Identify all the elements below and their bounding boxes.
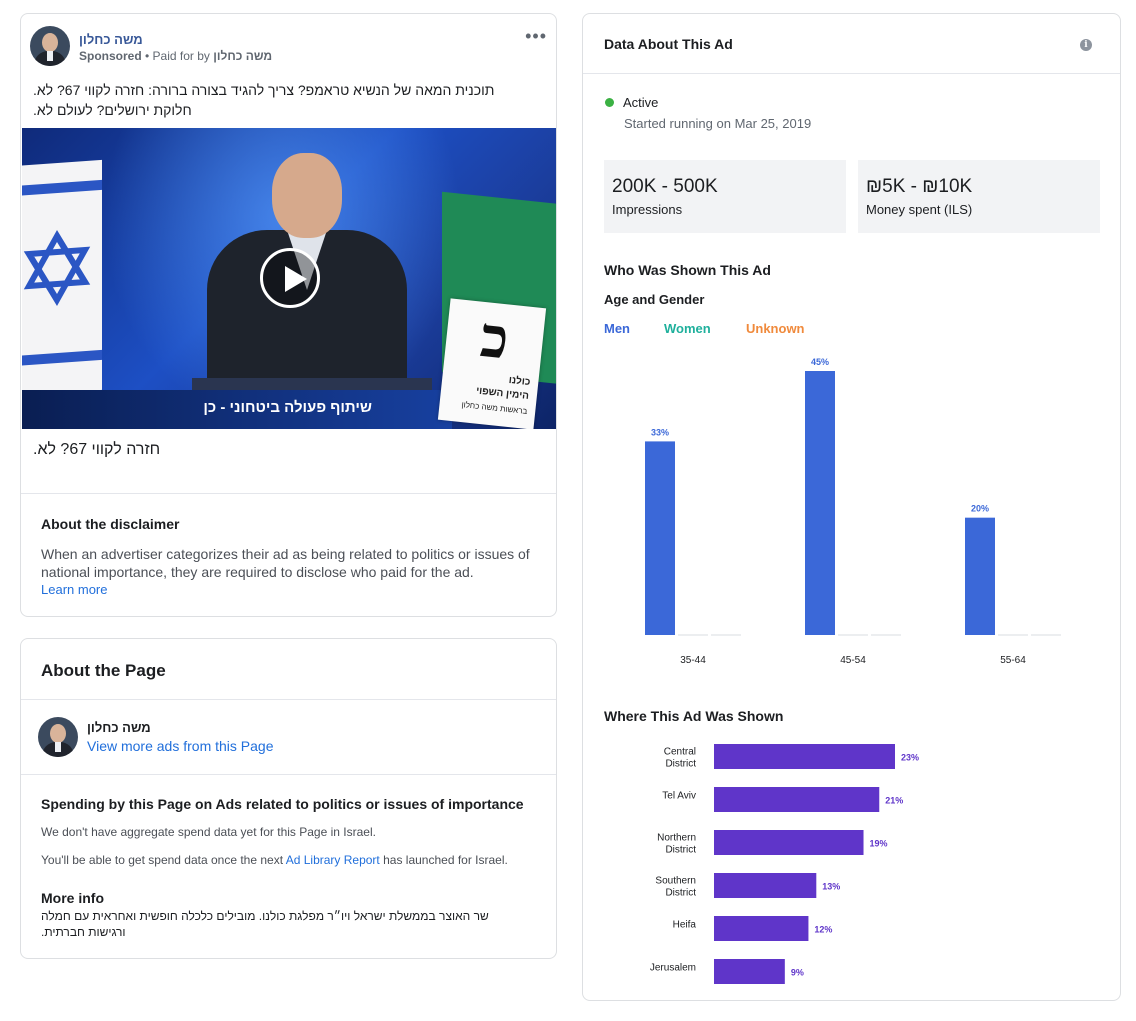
money-spent-value: ₪5K - ₪10K <box>866 176 973 197</box>
money-spent-box: ₪5K - ₪10K Money spent (ILS) <box>858 160 1100 233</box>
spending-text-a: You'll be able to get spend data once th… <box>41 853 284 867</box>
bar-men <box>645 441 675 635</box>
age-gender-title: Age and Gender <box>604 292 705 307</box>
impressions-label: Impressions <box>612 202 683 217</box>
x-tick-label: 35-44 <box>680 655 706 666</box>
region-data-label: 13% <box>822 882 840 892</box>
divider <box>583 73 1120 74</box>
sponsored-line: Sponsored • Paid for by משה כחלון <box>79 49 272 63</box>
x-tick-label: 45-54 <box>840 655 866 666</box>
ellipsis-icon[interactable]: ••• <box>525 26 547 47</box>
party-sign: כ כולנו הימין השפוי בראשות משה כחלון <box>437 298 547 429</box>
ad-page-name[interactable]: משה כחלון <box>79 32 143 47</box>
more-info-text: שר האוצר בממשלת ישראל ויו״ר מפלגת כולנו.… <box>41 908 511 940</box>
region-bar <box>714 916 809 941</box>
ad-video[interactable]: שיתוף פעולה ביטחוני - כן כ כולנו הימין ה… <box>22 128 556 429</box>
divider <box>21 774 556 775</box>
region-data-label: 9% <box>791 968 804 978</box>
spending-text-b: has launched for Israel. <box>383 853 508 867</box>
region-label: District <box>665 845 696 856</box>
where-shown-title: Where This Ad Was Shown <box>604 708 784 724</box>
data-about-ad-card: Data About This Ad i Active Started runn… <box>582 13 1121 1001</box>
legend-men[interactable]: Men <box>604 321 630 336</box>
bar-data-label: 20% <box>971 504 989 514</box>
divider <box>21 699 556 700</box>
active-status-icon <box>605 98 614 107</box>
learn-more-link[interactable]: Learn more <box>41 582 107 597</box>
region-label: Tel Aviv <box>662 791 696 802</box>
about-page-title: About the Page <box>41 661 166 680</box>
region-bar <box>714 959 785 984</box>
region-bar <box>714 873 817 898</box>
ad-preview-card: משה כחלון Sponsored • Paid for by משה כח… <box>20 13 557 617</box>
region-label: District <box>665 888 696 899</box>
ad-library-report-link[interactable]: Ad Library Report <box>286 853 380 867</box>
region-data-label: 12% <box>814 925 832 935</box>
spending-report-text: You'll be able to get spend data once th… <box>41 853 508 867</box>
impressions-value: 200K - 500K <box>612 176 718 197</box>
region-bar <box>714 744 895 769</box>
sign-line: כולנו <box>508 374 531 389</box>
region-chart: 23%CentralDistrict21%Tel Aviv19%Northern… <box>650 744 919 984</box>
bar-men <box>805 371 835 635</box>
disclaimer-title: About the disclaimer <box>41 516 180 532</box>
legend-unknown[interactable]: Unknown <box>746 321 805 336</box>
region-label: Southern <box>655 876 696 887</box>
divider <box>21 493 556 494</box>
paid-for-name: משה כחלון <box>213 49 273 63</box>
sign-line: הימין השפוי <box>475 385 530 402</box>
region-data-label: 23% <box>901 753 919 763</box>
ad-body-line: חלוקת ירושלים? לעולם לא. <box>33 102 192 118</box>
legend-women[interactable]: Women <box>664 321 711 336</box>
region-label: Jerusalem <box>650 963 696 974</box>
money-spent-label: Money spent (ILS) <box>866 202 973 217</box>
spending-text: We don't have aggregate spend data yet f… <box>41 825 376 839</box>
page-name: משה כחלון <box>87 720 151 735</box>
about-page-card: About the Page משה כחלון View more ads f… <box>20 638 557 959</box>
bar-data-label: 45% <box>811 357 829 367</box>
region-label: Central <box>664 747 696 758</box>
bar-data-label: 33% <box>651 427 669 437</box>
more-info-title: More info <box>41 890 104 906</box>
x-tick-label: 55-64 <box>1000 655 1026 666</box>
sign-letter: כ <box>477 303 512 373</box>
view-more-ads-link[interactable]: View more ads from this Page <box>87 738 274 754</box>
status-text: Active <box>623 95 659 110</box>
started-running-text: Started running on Mar 25, 2019 <box>624 116 812 131</box>
region-label: Northern <box>657 833 696 844</box>
ad-body-text: תוכנית המאה של הנשיא טראמפ? צריך להגיד ב… <box>33 80 518 120</box>
sign-line: בראשות משה כחלון <box>461 400 528 416</box>
lower-third-text: שיתוף פעולה ביטחוני - כן <box>203 399 372 416</box>
data-card-title: Data About This Ad <box>604 36 733 52</box>
who-shown-title: Who Was Shown This Ad <box>604 262 771 278</box>
region-label: District <box>665 759 696 770</box>
page-avatar[interactable] <box>38 717 78 757</box>
ad-header: משה כחלון Sponsored • Paid for by משה כח… <box>21 14 556 74</box>
info-icon[interactable]: i <box>1080 39 1092 51</box>
region-data-label: 19% <box>870 839 888 849</box>
region-data-label: 21% <box>885 796 903 806</box>
region-label: Heifa <box>673 920 697 931</box>
more-info-line: ורגישות חברתית. <box>41 925 126 939</box>
play-icon[interactable] <box>260 248 320 308</box>
age-gender-chart: 33% 35-44 45% 45-54 20% 55-64 <box>645 357 1061 666</box>
sponsored-label: Sponsored <box>79 49 142 63</box>
star-of-david-icon <box>23 230 91 306</box>
video-lower-third: שיתוף פעולה ביטחוני - כן <box>22 390 452 429</box>
spending-title: Spending by this Page on Ads related to … <box>41 796 524 812</box>
ad-caption: חזרה לקווי 67? לא. <box>33 441 161 458</box>
region-bar <box>714 787 880 812</box>
more-info-line: שר האוצר בממשלת ישראל ויו״ר מפלגת כולנו.… <box>41 909 489 923</box>
page-avatar[interactable] <box>30 26 70 66</box>
paid-for-prefix: • Paid for by <box>145 49 210 63</box>
israel-flag-image <box>22 159 102 397</box>
disclaimer-text: When an advertiser categorizes their ad … <box>41 546 530 580</box>
bar-men <box>965 517 995 635</box>
region-bar <box>714 830 864 855</box>
impressions-box: 200K - 500K Impressions <box>604 160 846 233</box>
ad-body-line: תוכנית המאה של הנשיא טראמפ? צריך להגיד ב… <box>33 82 495 98</box>
